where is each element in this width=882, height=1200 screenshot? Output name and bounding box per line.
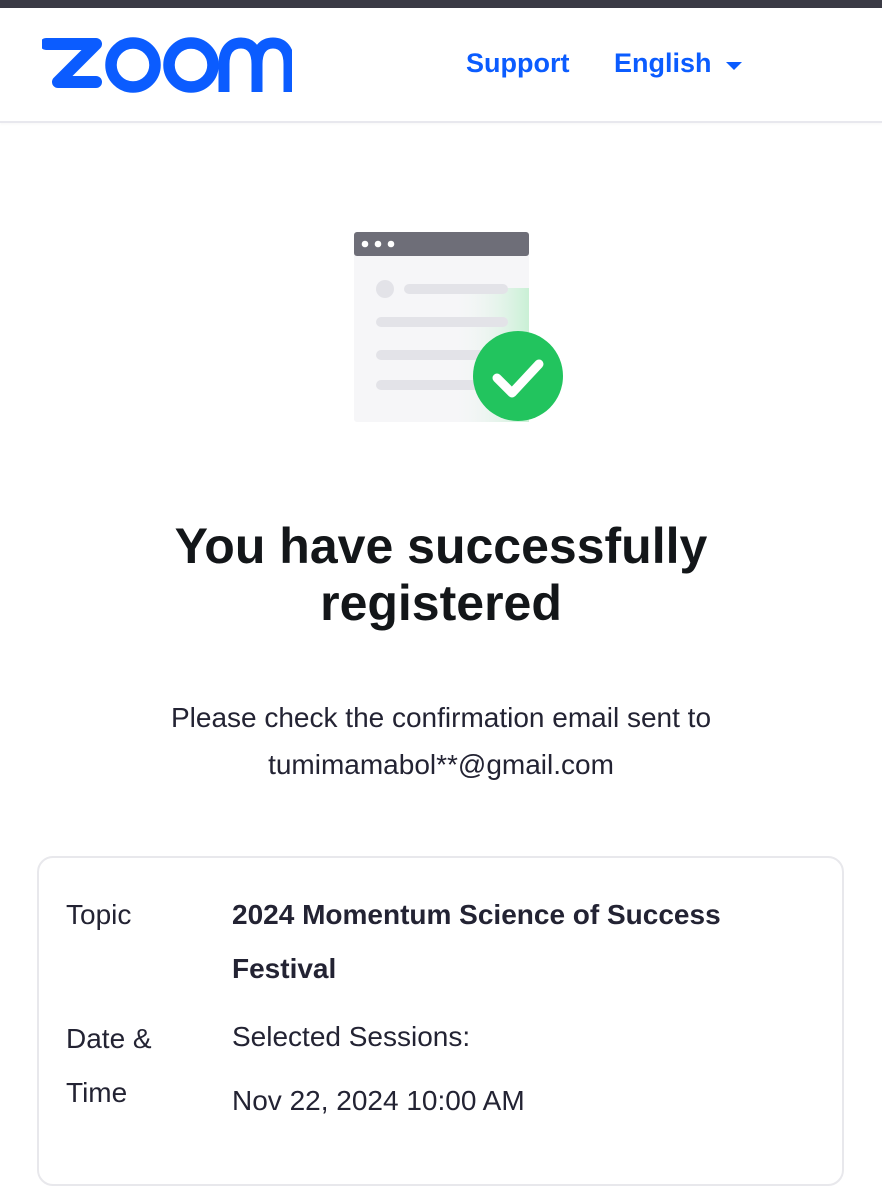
check-icon bbox=[473, 331, 563, 421]
page-title: You have successfully registered bbox=[174, 518, 708, 631]
datetime-label: Date & Time bbox=[66, 1023, 152, 1108]
language-label: English bbox=[614, 48, 712, 78]
registration-details-card: Topic 2024 Momentum Science of Success F… bbox=[37, 856, 844, 1186]
topic-label: Topic bbox=[66, 899, 132, 930]
registered-email: tumimamabol**@gmail.com bbox=[268, 749, 614, 780]
confirmation-message: Please check the confirmation email sent… bbox=[60, 694, 822, 788]
language-dropdown[interactable]: English bbox=[614, 48, 742, 79]
site-header: Support English bbox=[0, 8, 882, 123]
zoom-logo[interactable] bbox=[42, 36, 292, 98]
top-status-bar bbox=[0, 0, 882, 8]
selected-sessions-label: Selected Sessions: bbox=[232, 1021, 471, 1052]
support-link[interactable]: Support bbox=[466, 48, 569, 79]
topic-value: 2024 Momentum Science of Success Festiva… bbox=[232, 899, 721, 984]
chevron-down-icon bbox=[725, 61, 742, 70]
confirmation-text: Please check the confirmation email sent… bbox=[170, 702, 712, 733]
registration-success-illustration bbox=[354, 232, 563, 422]
session-datetime: Nov 22, 2024 10:00 AM bbox=[232, 1085, 525, 1116]
